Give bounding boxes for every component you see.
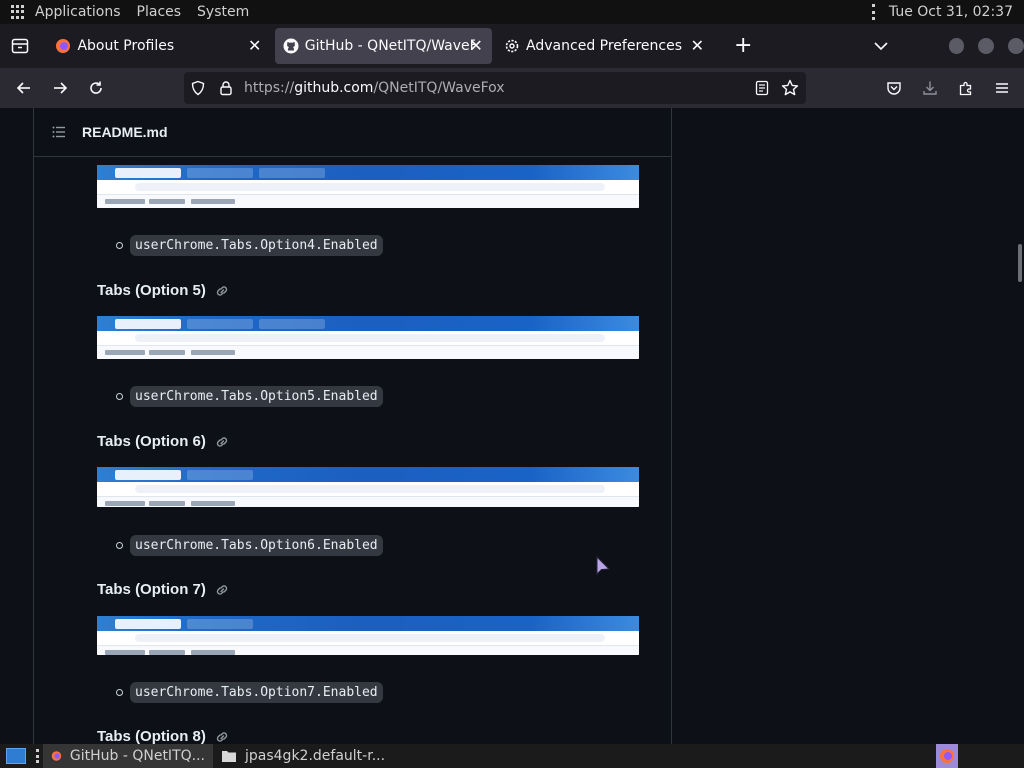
config-key-code: userChrome.Tabs.Option4.Enabled: [130, 235, 383, 256]
tracking-protection-shield-icon[interactable]: [190, 80, 206, 96]
page-scrollbar-thumb[interactable]: [1018, 244, 1022, 282]
chevron-down-icon: [874, 41, 888, 50]
puzzle-piece-icon: [959, 81, 972, 96]
tabs-screenshot-image[interactable]: [97, 616, 639, 655]
extensions-button[interactable]: [950, 72, 982, 104]
url-bar[interactable]: https://github.com/QNetITQ/WaveFox: [184, 72, 806, 104]
taskbar-item-folder[interactable]: jpas4gk2.default-r...: [213, 744, 393, 768]
readme-header: README.md: [34, 108, 671, 157]
tab-github-wavefox[interactable]: GitHub - QNetITQ/WaveFox ✕: [274, 28, 493, 64]
list-bullet: [116, 542, 123, 549]
apps-grid-icon[interactable]: [11, 5, 25, 19]
list-bullet: [116, 689, 123, 696]
pocket-button[interactable]: [878, 72, 910, 104]
system-menu[interactable]: System: [197, 4, 249, 20]
list-all-tabs-button[interactable]: [869, 34, 893, 58]
section-heading: Tabs (Option 7): [97, 581, 230, 598]
section-heading: Tabs (Option 8): [97, 728, 230, 744]
firefox-icon: [940, 749, 954, 763]
config-key-code: userChrome.Tabs.Option6.Enabled: [130, 535, 383, 556]
clock[interactable]: Tue Oct 31, 02:37: [889, 4, 1013, 20]
back-arrow-icon: [16, 82, 30, 94]
hamburger-menu-icon: [996, 83, 1008, 93]
taskbar-item-firefox[interactable]: GitHub - QNetITQ...: [43, 744, 213, 768]
pocket-icon: [887, 82, 901, 95]
minimize-window-button[interactable]: [948, 38, 965, 54]
tabs-screenshot-image[interactable]: [97, 165, 639, 208]
firefox-view-icon: [11, 38, 28, 54]
taskbar-handle-icon: [36, 749, 39, 763]
reload-button[interactable]: [80, 72, 112, 104]
firefox-view-button[interactable]: [0, 24, 39, 68]
tabs-screenshot-image[interactable]: [97, 316, 639, 359]
anchor-link-icon[interactable]: [214, 434, 230, 450]
toolbar-right-buttons: [874, 72, 1018, 104]
firefox-icon: [56, 39, 71, 53]
forward-button[interactable]: [44, 72, 76, 104]
app-menu-button[interactable]: [986, 72, 1018, 104]
anchor-link-icon[interactable]: [214, 729, 230, 745]
heading-text: Tabs (Option 7): [97, 581, 206, 598]
taskbar-item-label: GitHub - QNetITQ...: [69, 748, 205, 764]
downloads-button[interactable]: [914, 72, 946, 104]
list-item: userChrome.Tabs.Option6.Enabled: [116, 535, 383, 556]
download-icon: [923, 81, 937, 95]
close-tab-icon[interactable]: ✕: [689, 38, 705, 54]
list-bullet: [116, 393, 123, 400]
heading-text: Tabs (Option 6): [97, 433, 206, 450]
close-tab-icon[interactable]: ✕: [247, 38, 263, 54]
tab-label: Advanced Preferences: [526, 38, 682, 54]
list-item: userChrome.Tabs.Option7.Enabled: [116, 682, 383, 703]
gear-icon: [505, 39, 519, 53]
show-desktop-button[interactable]: [6, 748, 26, 764]
url-path: /QNetITQ/WaveFox: [373, 80, 505, 96]
mouse-pointer-icon: [596, 556, 611, 576]
config-key-code: userChrome.Tabs.Option7.Enabled: [130, 682, 383, 703]
firefox-icon: [51, 751, 62, 761]
forward-arrow-icon: [54, 82, 68, 94]
taskbar-item-label: jpas4gk2.default-r...: [245, 748, 386, 764]
maximize-window-button[interactable]: [978, 38, 995, 54]
page-content: README.md userChrome.Tabs.Option4.Enable…: [0, 108, 1024, 744]
url-text: https://github.com/QNetITQ/WaveFox: [244, 80, 505, 96]
url-scheme: https://: [244, 80, 295, 96]
url-host: github.com: [294, 80, 374, 96]
lock-icon[interactable]: [218, 80, 234, 96]
anchor-link-icon[interactable]: [214, 283, 230, 299]
heading-text: Tabs (Option 8): [97, 728, 206, 744]
applications-menu[interactable]: Applications: [35, 4, 121, 20]
tab-advanced-preferences[interactable]: Advanced Preferences ✕: [496, 28, 713, 64]
new-tab-button[interactable]: +: [727, 30, 759, 62]
tab-about-profiles[interactable]: About Profiles ✕: [47, 28, 270, 64]
system-top-panel: Applications Places System Tue Oct 31, 0…: [0, 0, 1024, 24]
tab-bar: About Profiles ✕ GitHub - QNetITQ/WaveFo…: [0, 24, 1024, 68]
bottom-taskbar: GitHub - QNetITQ... jpas4gk2.default-r..…: [0, 744, 1024, 768]
close-tab-icon[interactable]: ✕: [468, 38, 484, 54]
list-item: userChrome.Tabs.Option4.Enabled: [116, 235, 383, 256]
list-bullet: [116, 242, 123, 249]
tray-firefox-launcher[interactable]: [936, 744, 958, 768]
places-menu[interactable]: Places: [137, 4, 182, 20]
readme-filename: README.md: [82, 124, 168, 140]
tabs-screenshot-image[interactable]: [97, 467, 639, 507]
section-heading: Tabs (Option 6): [97, 433, 230, 450]
anchor-link-icon[interactable]: [214, 582, 230, 598]
reload-icon: [90, 81, 102, 94]
outline-list-icon[interactable]: [51, 124, 67, 140]
github-icon: [283, 38, 299, 54]
reader-view-icon[interactable]: [754, 80, 770, 96]
config-key-code: userChrome.Tabs.Option5.Enabled: [130, 386, 383, 407]
close-window-button[interactable]: [1008, 38, 1024, 54]
folder-icon: [222, 751, 236, 762]
heading-text: Tabs (Option 5): [97, 282, 206, 299]
bookmark-star-icon[interactable]: [781, 79, 799, 97]
panel-handle-icon: [871, 4, 875, 20]
tab-label: About Profiles: [77, 38, 175, 54]
back-button[interactable]: [8, 72, 40, 104]
tab-label: GitHub - QNetITQ/WaveFox: [304, 38, 475, 54]
section-heading: Tabs (Option 5): [97, 282, 230, 299]
navigation-toolbar: https://github.com/QNetITQ/WaveFox: [0, 68, 1024, 108]
list-item: userChrome.Tabs.Option5.Enabled: [116, 386, 383, 407]
